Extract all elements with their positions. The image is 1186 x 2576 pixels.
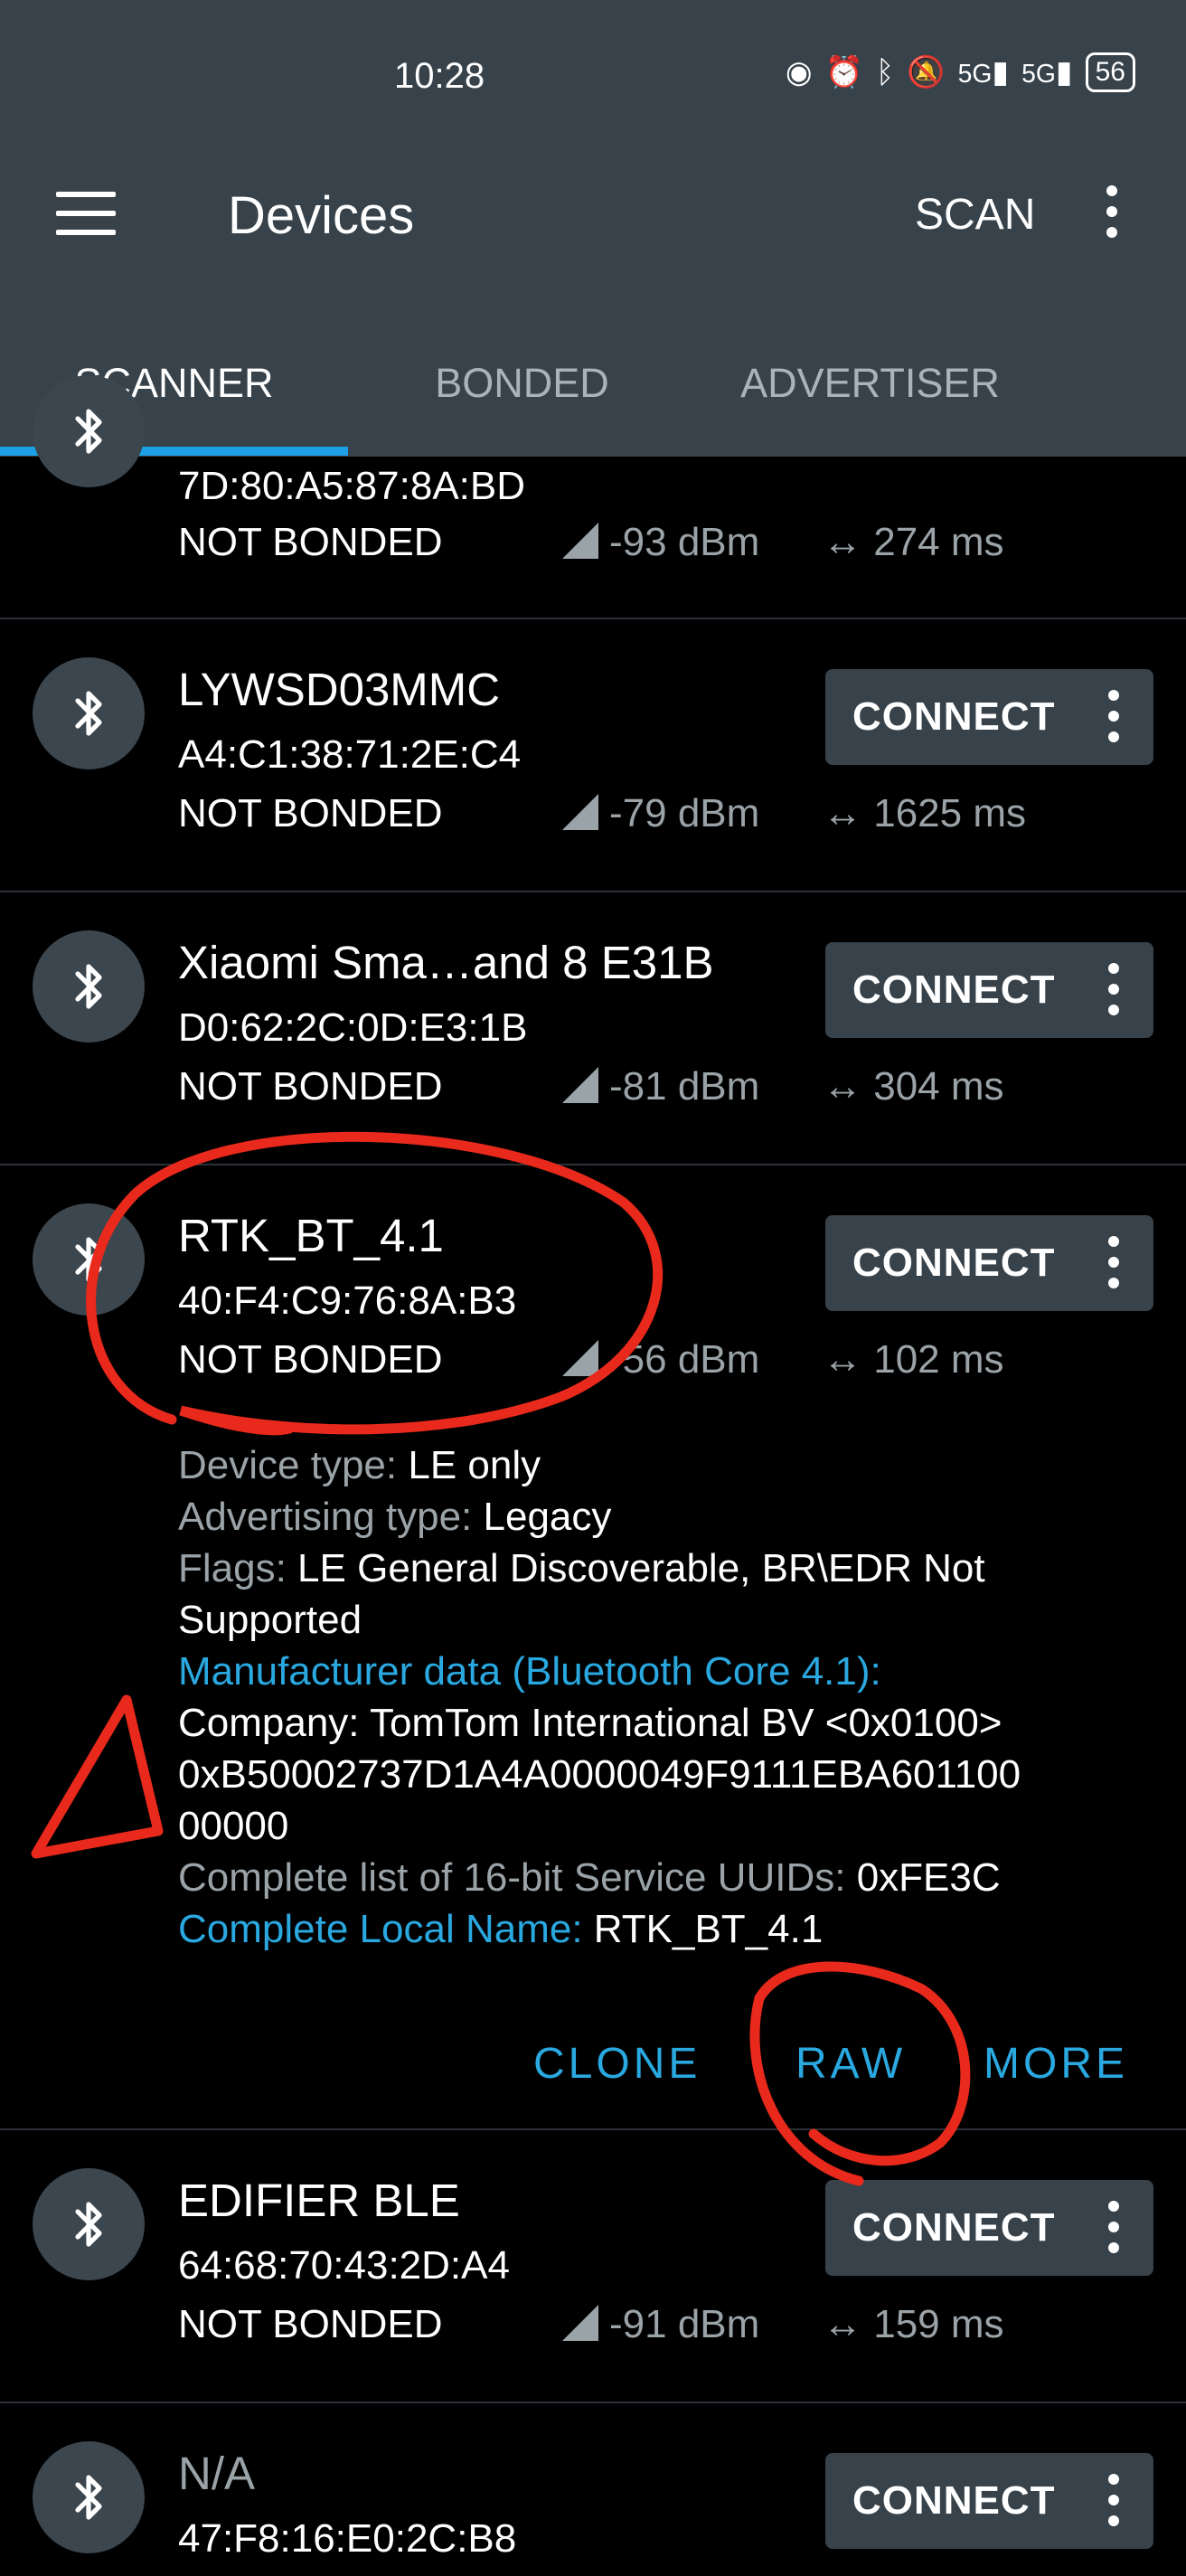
device-name: N/A — [178, 2448, 256, 2499]
device-address: D0:62:2C:0D:E3:1B — [178, 1005, 528, 1050]
bond-state: NOT BONDED — [178, 791, 443, 835]
manufacturer-label: Manufacturer data (Bluetooth Core 4.1): — [178, 1649, 881, 1694]
device-address: 47:F8:16:E0:2C:B8 — [178, 2516, 517, 2561]
rssi-value: -93 dBm — [562, 520, 759, 565]
device-overflow-icon[interactable] — [1105, 963, 1123, 1017]
tab-advertiser[interactable]: ADVERTISER — [696, 351, 1044, 457]
device-overflow-icon[interactable] — [1105, 2201, 1123, 2255]
bond-state: NOT BONDED — [178, 1064, 443, 1109]
company-line: Company: TomTom International BV <0x0100… — [178, 1701, 1002, 1745]
device-name: LYWSD03MMC — [178, 664, 501, 715]
device-row[interactable]: N/A 47:F8:16:E0:2C:B8 CONNECT — [0, 2403, 1186, 2576]
device-row[interactable]: 7D:80:A5:87:8A:BD NOT BONDED -93 dBm ↔ 2… — [0, 375, 1186, 619]
signal-icon-2: 5G▮ — [1021, 55, 1073, 90]
bond-state: NOT BONDED — [178, 520, 443, 564]
device-name: RTK_BT_4.1 — [178, 1210, 444, 1261]
signal-strength-icon — [562, 794, 598, 830]
battery-icon: 56 — [1085, 52, 1135, 92]
manufacturer-data-line-2: 00000 — [178, 1804, 289, 1848]
signal-strength-icon — [562, 1340, 598, 1376]
local-name-line: Complete Local Name: RTK_BT_4.1 — [178, 1907, 824, 1951]
device-address: 7D:80:A5:87:8A:BD — [178, 464, 526, 508]
tab-bonded[interactable]: BONDED — [348, 351, 696, 457]
device-overflow-icon[interactable] — [1105, 2474, 1123, 2528]
bluetooth-status-icon: ᛒ — [875, 54, 895, 90]
app-bar: 10:28 ◉ ⏰ ᛒ 🔕 5G▮ 5G▮ 56 Devices SCAN SC… — [0, 0, 1186, 457]
device-address: 64:68:70:43:2D:A4 — [178, 2243, 510, 2288]
adv-interval: ↔ 304 ms — [823, 1064, 1004, 1109]
eye-icon: ◉ — [785, 55, 813, 90]
bluetooth-icon — [33, 2441, 145, 2553]
flags-line: Flags: LE General Discoverable, BR\EDR N… — [178, 1546, 985, 1642]
bluetooth-icon — [33, 375, 145, 487]
adv-type-line: Advertising type: Legacy — [178, 1495, 612, 1539]
signal-strength-icon — [562, 523, 598, 559]
bluetooth-icon — [33, 1203, 145, 1316]
status-time: 10:28 — [394, 56, 485, 96]
device-name: EDIFIER BLE — [178, 2175, 460, 2226]
mute-icon: 🔕 — [907, 55, 946, 90]
device-address: 40:F4:C9:76:8A:B3 — [178, 1279, 517, 1323]
clone-button[interactable]: CLONE — [533, 2039, 701, 2089]
alarm-icon: ⏰ — [824, 55, 863, 90]
advertising-details: Device type: LE only Advertising type: L… — [178, 1439, 1154, 1955]
device-type-line: Device type: LE only — [178, 1443, 541, 1487]
page-title: Devices — [228, 186, 415, 245]
device-overflow-icon[interactable] — [1105, 690, 1123, 744]
hamburger-menu-icon[interactable] — [56, 192, 116, 237]
signal-strength-icon — [562, 1067, 598, 1103]
rssi-value: -79 dBm — [562, 791, 759, 836]
bluetooth-icon — [33, 657, 145, 769]
more-button[interactable]: MORE — [984, 2039, 1128, 2089]
manufacturer-data-line-1: 0xB50002737D1A4A0000049F9111EBA601100 — [178, 1752, 1021, 1797]
device-row[interactable]: EDIFIER BLE 64:68:70:43:2D:A4 NOT BONDED… — [0, 2130, 1186, 2403]
bluetooth-icon — [33, 930, 145, 1043]
device-row[interactable]: Xiaomi Sma…and 8 E31B D0:62:2C:0D:E3:1B … — [0, 892, 1186, 1165]
scan-button[interactable]: SCAN — [915, 190, 1035, 240]
device-row[interactable]: LYWSD03MMC A4:C1:38:71:2E:C4 NOT BONDED … — [0, 619, 1186, 892]
bond-state: NOT BONDED — [178, 2302, 443, 2346]
adv-interval: ↔ 274 ms — [823, 520, 1004, 564]
device-overflow-icon[interactable] — [1105, 1236, 1123, 1290]
raw-button[interactable]: RAW — [795, 2039, 906, 2089]
uuids-line: Complete list of 16-bit Service UUIDs: 0… — [178, 1855, 1001, 1900]
rssi-value: -81 dBm — [562, 1064, 759, 1109]
rssi-value: -91 dBm — [562, 2302, 759, 2347]
adv-interval: ↔ 102 ms — [823, 1337, 1004, 1382]
tab-bar: SCANNER BONDED ADVERTISER — [0, 351, 1186, 457]
bluetooth-icon — [33, 2168, 145, 2280]
overflow-menu-icon[interactable] — [1103, 185, 1121, 249]
adv-interval: ↔ 1625 ms — [823, 791, 1026, 835]
bond-state: NOT BONDED — [178, 1337, 443, 1382]
adv-interval: ↔ 159 ms — [823, 2302, 1004, 2346]
rssi-value: -56 dBm — [562, 1337, 759, 1382]
signal-icon-1: 5G▮ — [957, 55, 1010, 90]
device-address: A4:C1:38:71:2E:C4 — [178, 732, 522, 777]
signal-strength-icon — [562, 2305, 598, 2341]
status-icons: ◉ ⏰ ᛒ 🔕 5G▮ 5G▮ 56 — [786, 52, 1135, 92]
device-name: Xiaomi Sma…and 8 E31B — [178, 937, 714, 988]
